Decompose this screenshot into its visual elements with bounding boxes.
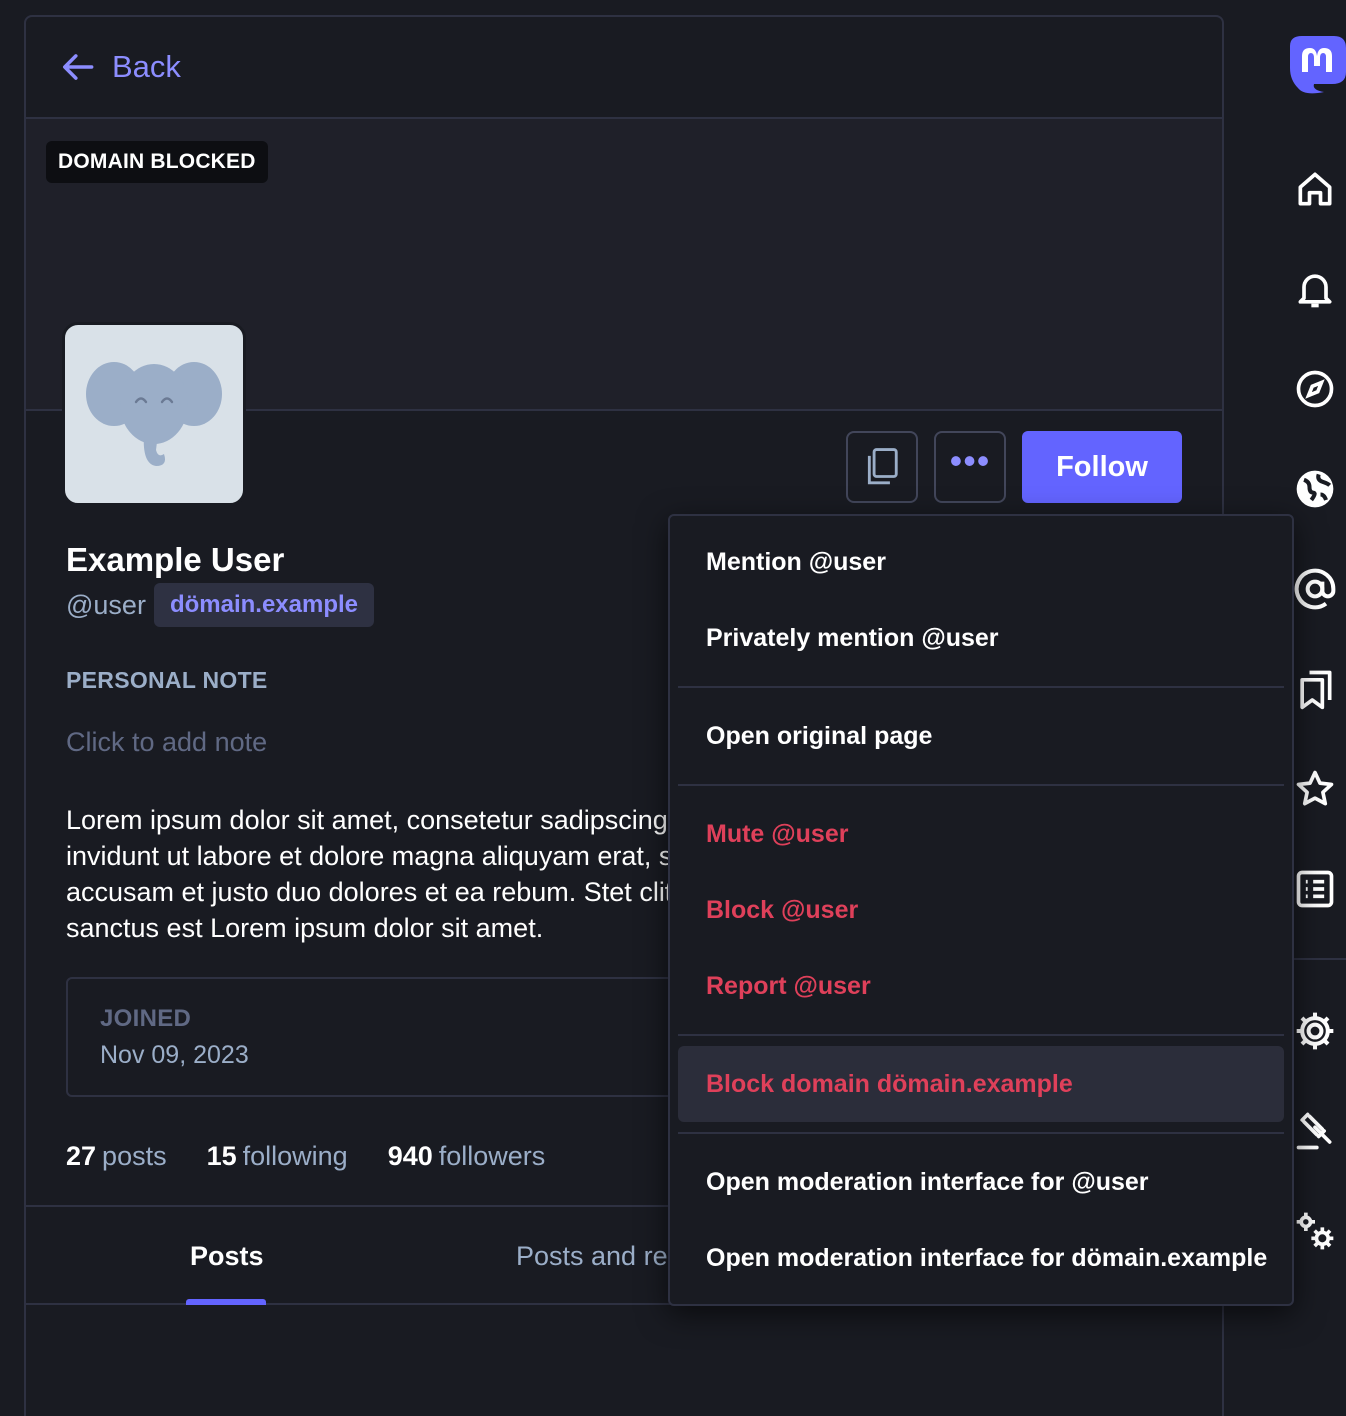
menu-item-open-original[interactable]: Open original page	[678, 698, 1284, 774]
star-icon	[1296, 770, 1334, 806]
joined-box: JOINED Nov 09, 2023	[66, 977, 706, 1097]
nav-mentions[interactable]	[1292, 566, 1338, 612]
menu-item-mention[interactable]: Mention @user	[678, 524, 1284, 600]
nav-moderation[interactable]	[1292, 1108, 1338, 1154]
elephant-avatar-icon	[86, 362, 222, 466]
posts-count-label: posts	[102, 1141, 167, 1171]
nav-explore[interactable]	[1292, 366, 1338, 412]
menu-divider	[678, 1034, 1284, 1036]
cogs-icon	[1296, 1212, 1334, 1250]
bio-line: accusam et justo duo dolores et ea rebum…	[66, 877, 671, 907]
display-name: Example User	[66, 541, 285, 578]
following-count-value: 15	[206, 1141, 237, 1171]
gear-icon	[1296, 1012, 1334, 1050]
menu-item-report[interactable]: Report @user	[678, 948, 1284, 1024]
back-button[interactable]: Back	[60, 48, 181, 86]
menu-divider	[678, 784, 1284, 786]
menu-item-mute[interactable]: Mute @user	[678, 796, 1284, 872]
avatar[interactable]	[62, 322, 246, 506]
bio-line: sanctus est Lorem ipsum dolor sit amet.	[66, 913, 544, 943]
following-count[interactable]: 15 following	[207, 1141, 348, 1172]
username: @user	[66, 589, 146, 620]
copy-icon	[867, 448, 898, 485]
menu-item-private-mention[interactable]: Privately mention @user	[678, 600, 1284, 676]
menu-item-moderate-domain[interactable]: Open moderation interface for dömain.exa…	[678, 1220, 1284, 1296]
nav-home[interactable]	[1292, 166, 1338, 212]
account-handle: @user dömain.example	[66, 583, 374, 627]
tab-posts[interactable]: Posts	[190, 1241, 264, 1272]
followers-count-label: followers	[438, 1141, 546, 1171]
back-label: Back	[112, 49, 181, 84]
column-header: Back	[26, 17, 1222, 119]
account-dropdown-menu: Mention @user Privately mention @user Op…	[668, 514, 1294, 1306]
globe-icon	[1296, 470, 1334, 508]
domain-pill[interactable]: dömain.example	[153, 583, 374, 627]
profile-actions: ••• Follow	[846, 431, 1182, 503]
nav-federated[interactable]	[1292, 466, 1338, 512]
mastodon-logo-icon[interactable]	[1284, 34, 1346, 96]
nav-lists[interactable]	[1292, 866, 1338, 912]
joined-label: JOINED	[100, 1005, 192, 1032]
menu-item-block[interactable]: Block @user	[678, 872, 1284, 948]
more-options-button[interactable]: •••	[934, 431, 1006, 503]
follow-button[interactable]: Follow	[1022, 431, 1182, 503]
menu-item-moderate-user[interactable]: Open moderation interface for @user	[678, 1144, 1284, 1220]
posts-count-value: 27	[66, 1141, 97, 1171]
list-icon	[1296, 870, 1334, 908]
joined-date: Nov 09, 2023	[100, 1041, 249, 1069]
posts-count[interactable]: 27 posts	[66, 1141, 167, 1172]
bio-line: Lorem ipsum dolor sit amet, consetetur s…	[66, 805, 671, 835]
bio-line: invidunt ut labore et dolore magna aliqu…	[66, 841, 671, 871]
page: Back DOMAIN BLOCKED ••• Follow Example U…	[0, 0, 1346, 1416]
bell-icon	[1298, 274, 1332, 308]
compass-icon	[1296, 370, 1334, 408]
menu-divider	[678, 1132, 1284, 1134]
gavel-icon	[1296, 1112, 1332, 1150]
followers-count[interactable]: 940 followers	[388, 1141, 546, 1172]
home-icon	[1298, 172, 1332, 206]
at-icon	[1294, 568, 1336, 610]
copy-link-button[interactable]	[846, 431, 918, 503]
personal-note-field[interactable]: Click to add note	[66, 727, 267, 758]
nav-preferences[interactable]	[1292, 1008, 1338, 1054]
nav-favourites[interactable]	[1292, 766, 1338, 812]
active-tab-indicator	[186, 1299, 266, 1305]
bookmarks-icon	[1300, 670, 1332, 710]
followers-count-value: 940	[387, 1141, 433, 1171]
arrow-left-icon	[63, 54, 94, 80]
menu-item-block-domain[interactable]: Block domain dömain.example	[678, 1046, 1284, 1122]
menu-divider	[678, 686, 1284, 688]
nav-bookmarks[interactable]	[1292, 666, 1338, 712]
account-counts: 27 posts 15 following 940 followers	[66, 1141, 545, 1172]
ellipsis-icon: •••	[949, 440, 991, 481]
nav-notifications[interactable]	[1292, 266, 1338, 312]
domain-blocked-badge: DOMAIN BLOCKED	[46, 141, 268, 183]
account-bio: Lorem ipsum dolor sit amet, consetetur s…	[66, 802, 671, 946]
nav-administration[interactable]	[1292, 1208, 1338, 1254]
personal-note-label: PERSONAL NOTE	[66, 667, 268, 693]
following-count-label: following	[242, 1141, 348, 1171]
